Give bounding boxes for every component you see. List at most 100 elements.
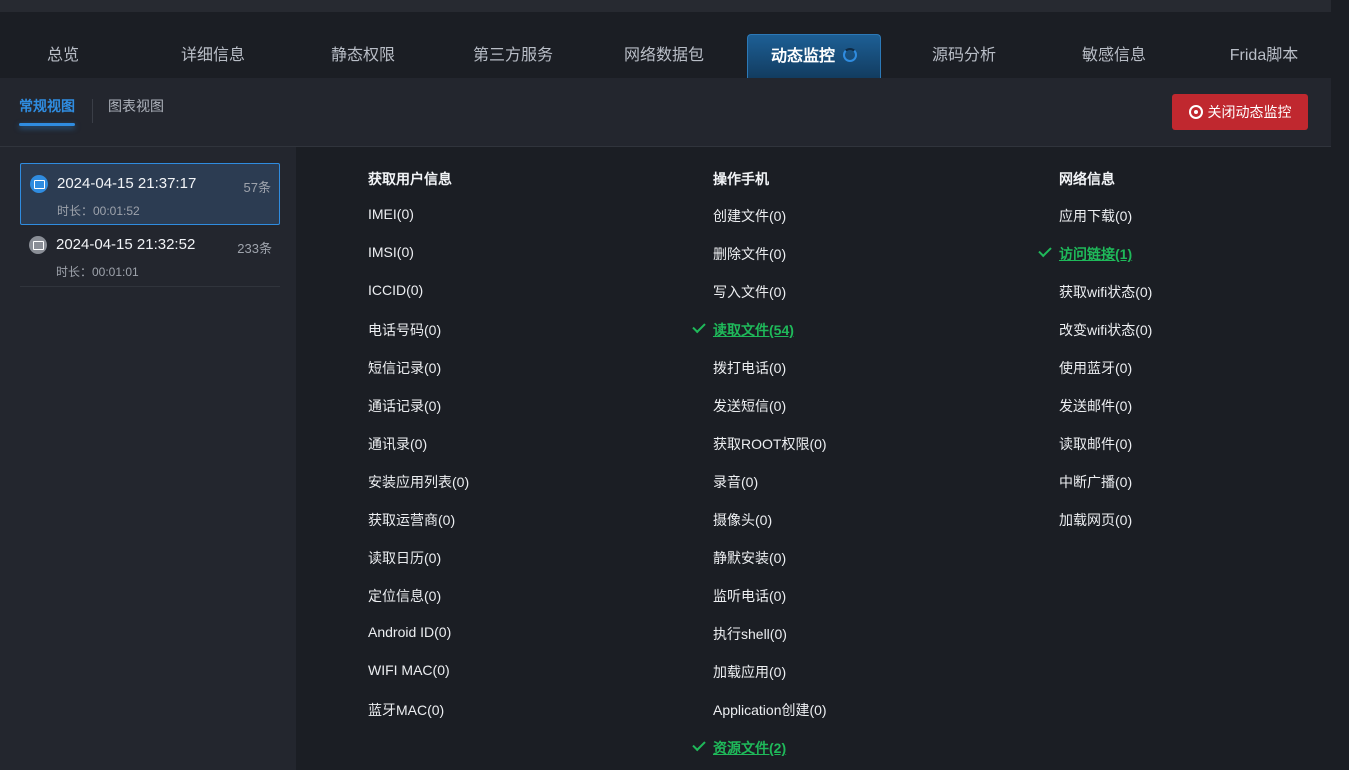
top-bar (0, 0, 1331, 12)
monitor-item-label: 改变wifi状态(0) (1059, 322, 1153, 338)
monitor-item[interactable]: 资源文件(2) (692, 737, 787, 758)
view-tab-chart[interactable]: 图表视图 (108, 96, 164, 116)
session-duration: 时长：00:01:52 (57, 204, 140, 218)
session-item[interactable]: 2024-04-15 21:32:52 233条 时长：00:01:01 (20, 225, 280, 287)
column-title: 获取用户信息 (368, 171, 452, 187)
monitor-item[interactable]: 发送邮件(0) (1059, 396, 1132, 416)
monitor-item-label: 资源文件(2) (713, 740, 787, 756)
check-icon (692, 737, 706, 752)
monitor-item[interactable]: ICCID(0) (368, 282, 423, 298)
monitor-item[interactable]: 读取邮件(0) (1059, 434, 1132, 454)
monitor-item[interactable]: 摄像头(0) (713, 510, 772, 530)
monitor-item-label: 读取邮件(0) (1059, 436, 1133, 452)
column-title: 网络信息 (1059, 171, 1115, 187)
stop-circle-icon (1188, 105, 1203, 119)
monitor-item-label: 创建文件(0) (713, 208, 787, 224)
monitor-item[interactable]: 删除文件(0) (713, 244, 786, 264)
monitor-item-label: 获取运营商(0) (368, 512, 456, 528)
tab-static-permissions[interactable]: 静态权限 (300, 34, 426, 78)
monitor-item-label: 录音(0) (713, 474, 759, 490)
monitor-item[interactable]: 获取wifi状态(0) (1059, 282, 1152, 302)
monitor-item[interactable]: WIFI MAC(0) (368, 662, 450, 678)
tab-network-packets[interactable]: 网络数据包 (601, 34, 727, 78)
monitor-icon (29, 236, 47, 254)
monitor-item-label: 中断广播(0) (1059, 474, 1133, 490)
session-time: 2024-04-15 21:32:52 (56, 236, 196, 253)
monitor-item-label: 删除文件(0) (713, 246, 787, 262)
monitor-item[interactable]: 使用蓝牙(0) (1059, 358, 1132, 378)
monitor-item[interactable]: 应用下载(0) (1059, 206, 1132, 226)
monitor-item[interactable]: 读取文件(54) (692, 319, 794, 340)
loading-spinner-icon (843, 48, 857, 62)
monitor-item-label: 电话号码(0) (368, 322, 442, 338)
view-tab-regular[interactable]: 常规视图 (19, 96, 75, 126)
tab-sensitive-info[interactable]: 敏感信息 (1051, 34, 1177, 78)
monitor-item-label: 加载应用(0) (713, 664, 787, 680)
monitor-item-label: 加载网页(0) (1059, 512, 1133, 528)
monitor-item-label: 静默安装(0) (713, 550, 787, 566)
monitor-item[interactable]: IMEI(0) (368, 206, 414, 222)
monitor-item[interactable]: 读取日历(0) (368, 548, 441, 568)
monitor-item-label: 获取ROOT权限(0) (713, 436, 827, 452)
monitor-item-label: 定位信息(0) (368, 588, 442, 604)
monitor-item[interactable]: 短信记录(0) (368, 358, 441, 378)
check-icon (692, 319, 706, 334)
monitor-item-label: Android ID(0) (368, 624, 452, 640)
monitor-item-label: 执行shell(0) (713, 626, 787, 642)
tab-frida-script[interactable]: Frida脚本 (1201, 34, 1327, 78)
monitor-item[interactable]: 静默安装(0) (713, 548, 786, 568)
monitor-item[interactable]: 获取运营商(0) (368, 510, 455, 530)
tab-third-party[interactable]: 第三方服务 (450, 34, 576, 78)
monitor-item[interactable]: 中断广播(0) (1059, 472, 1132, 492)
monitor-item[interactable]: 通讯录(0) (368, 434, 427, 454)
monitor-item[interactable]: 改变wifi状态(0) (1059, 320, 1152, 340)
monitor-item[interactable]: 监听电话(0) (713, 586, 786, 606)
monitor-item-label: 使用蓝牙(0) (1059, 360, 1133, 376)
session-time: 2024-04-15 21:37:17 (57, 175, 197, 192)
monitor-item-label: 蓝牙MAC(0) (368, 702, 445, 718)
monitor-item[interactable]: 加载应用(0) (713, 662, 786, 682)
column-title: 操作手机 (713, 171, 769, 187)
monitor-icon (30, 175, 48, 193)
monitor-item[interactable]: 电话号码(0) (368, 320, 441, 340)
monitor-item[interactable]: 录音(0) (713, 472, 758, 492)
active-tab-underline (19, 123, 75, 126)
tab-dynamic-monitor-label: 动态监控 (770, 48, 835, 65)
monitor-item[interactable]: 拨打电话(0) (713, 358, 786, 378)
monitor-item-label: WIFI MAC(0) (368, 662, 450, 678)
monitor-item-label: 读取日历(0) (368, 550, 442, 566)
monitor-item[interactable]: 发送短信(0) (713, 396, 786, 416)
monitor-item[interactable]: IMSI(0) (368, 244, 414, 260)
monitor-item[interactable]: 创建文件(0) (713, 206, 786, 226)
tab-overview[interactable]: 总览 (0, 34, 126, 78)
monitor-item[interactable]: 定位信息(0) (368, 586, 441, 606)
tab-source-analysis[interactable]: 源码分析 (901, 34, 1027, 78)
view-tab-regular-label: 常规视图 (19, 98, 75, 114)
tab-dynamic-monitor[interactable]: 动态监控 (747, 34, 881, 78)
monitor-item-label: IMSI(0) (368, 244, 414, 260)
monitor-item[interactable]: 通话记录(0) (368, 396, 441, 416)
main-panel: 常规视图 图表视图 关闭动态监控 2024-04-15 21:37:17 57条… (0, 78, 1331, 770)
monitor-item[interactable]: 加载网页(0) (1059, 510, 1132, 530)
monitor-item[interactable]: 写入文件(0) (713, 282, 786, 302)
monitor-item-label: 摄像头(0) (713, 512, 773, 528)
monitor-item[interactable]: Android ID(0) (368, 624, 451, 640)
close-button-label: 关闭动态监控 (1207, 104, 1292, 120)
monitor-item[interactable]: 安装应用列表(0) (368, 472, 469, 492)
monitor-item-label: 监听电话(0) (713, 588, 787, 604)
scroll-gutter (1331, 0, 1349, 770)
main-tabs: 总览 详细信息 静态权限 第三方服务 网络数据包 动态监控 源码分析 敏感信息 … (0, 34, 1331, 78)
tab-details[interactable]: 详细信息 (150, 34, 276, 78)
monitor-item-label: 应用下载(0) (1059, 208, 1133, 224)
monitor-item[interactable]: 访问链接(1) (1038, 243, 1132, 264)
monitor-item[interactable]: 蓝牙MAC(0) (368, 700, 444, 720)
monitor-item[interactable]: 执行shell(0) (713, 624, 787, 644)
monitor-item-label: 写入文件(0) (713, 284, 787, 300)
close-dynamic-monitor-button[interactable]: 关闭动态监控 (1172, 94, 1308, 130)
monitor-item-label: 发送邮件(0) (1059, 398, 1133, 414)
monitor-item[interactable]: Application创建(0) (713, 700, 827, 720)
session-item[interactable]: 2024-04-15 21:37:17 57条 时长：00:01:52 (20, 163, 280, 225)
monitor-item[interactable]: 获取ROOT权限(0) (713, 434, 827, 454)
monitor-item-label: Application创建(0) (713, 702, 827, 718)
session-count: 233条 (237, 241, 272, 256)
